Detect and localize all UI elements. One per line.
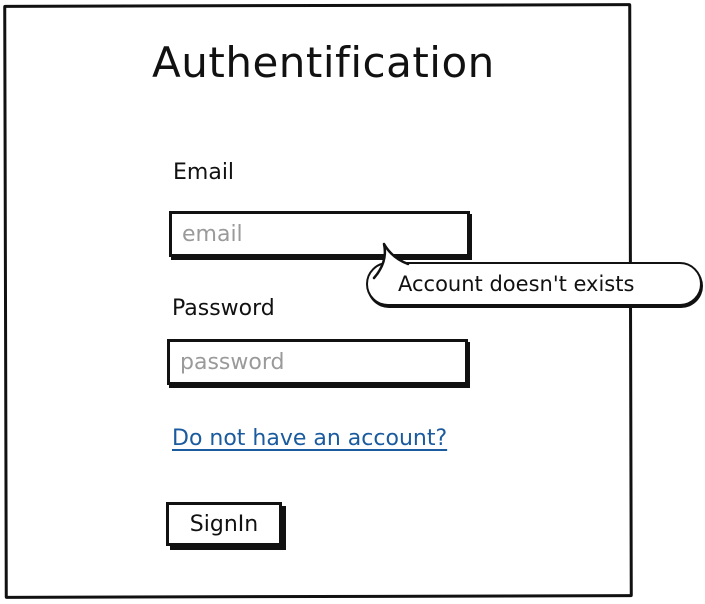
password-label: Password — [172, 296, 275, 321]
signup-link[interactable]: Do not have an account? — [172, 426, 447, 451]
error-tooltip: Account doesn't exists — [366, 262, 702, 306]
signin-button[interactable]: SignIn — [166, 502, 282, 546]
email-label: Email — [173, 160, 235, 185]
email-input[interactable] — [169, 211, 470, 257]
password-input[interactable] — [167, 339, 468, 385]
page-title: Authentification — [152, 38, 495, 87]
error-tooltip-message: Account doesn't exists — [398, 272, 635, 296]
